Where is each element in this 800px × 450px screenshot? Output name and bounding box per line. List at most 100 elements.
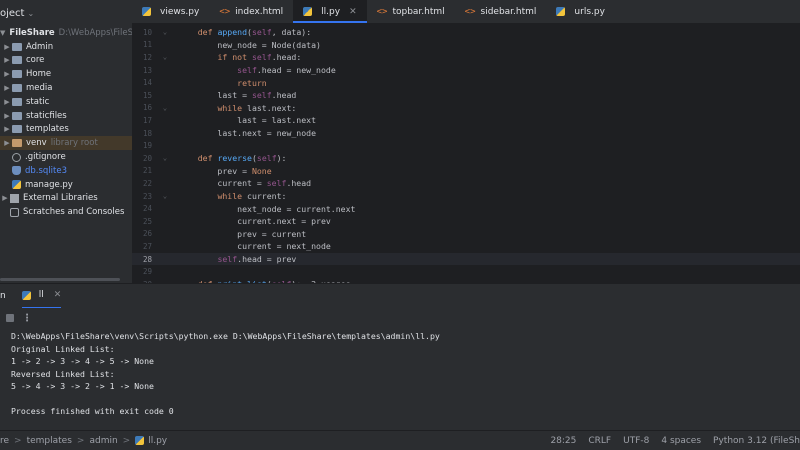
chevron-right-icon[interactable]: ▶ xyxy=(2,43,12,51)
code-line[interactable]: 29 xyxy=(132,265,800,278)
code-line[interactable]: 19 xyxy=(132,139,800,152)
code-line[interactable]: 11 new_node = Node(data) xyxy=(132,39,800,52)
python-file-icon xyxy=(142,7,151,16)
code-line[interactable]: 22 current = self.head xyxy=(132,177,800,190)
console-line: Original Linked List: xyxy=(11,343,115,354)
tree-item-label: Admin xyxy=(26,41,54,52)
tree-item-gitignore[interactable]: .gitignore xyxy=(0,150,132,164)
tree-item-scratches[interactable]: Scratches and Consoles xyxy=(0,205,132,219)
tab-sidebar-html[interactable]: <> sidebar.html xyxy=(455,0,547,23)
breadcrumb-item[interactable]: ll.py xyxy=(148,436,167,446)
fold-gutter[interactable]: ⌄ xyxy=(152,53,178,61)
code-line[interactable]: 12 ⌄ if not self.head: xyxy=(132,51,800,64)
tree-item-home[interactable]: ▶ Home xyxy=(0,67,132,81)
chevron-right-icon[interactable]: ▶ xyxy=(2,70,12,78)
chevron-down-icon[interactable]: ▼ xyxy=(0,29,5,37)
chevron-right-icon[interactable]: ▶ xyxy=(2,125,12,133)
line-number: 16 xyxy=(142,103,152,113)
line-number: 18 xyxy=(142,128,152,138)
code-line[interactable]: 27 current = next_node xyxy=(132,240,800,253)
chevron-down-icon[interactable]: ⌄ xyxy=(27,9,34,18)
tree-item-label: templates xyxy=(26,124,69,135)
tree-item-staticfiles[interactable]: ▶ staticfiles xyxy=(0,109,132,123)
horizontal-scrollbar[interactable] xyxy=(0,278,120,281)
scratches-icon xyxy=(10,207,19,217)
code-text: while current: xyxy=(217,191,287,202)
fold-gutter[interactable]: ⌄ xyxy=(152,28,178,36)
gitignore-icon xyxy=(12,152,21,162)
code-line[interactable]: 15 last = self.head xyxy=(132,89,800,102)
fold-gutter[interactable]: ⌄ xyxy=(152,104,178,112)
project-panel-header[interactable]: oject ⌄ xyxy=(0,0,132,26)
code-text: prev = None xyxy=(178,165,272,176)
tab-label: views.py xyxy=(160,6,200,17)
tree-item-venv[interactable]: ▶ venv library root xyxy=(0,136,132,151)
code-line[interactable]: 20 ⌄ def reverse(self): xyxy=(132,152,800,165)
tab-run-ll[interactable]: ll ✕ xyxy=(21,284,62,309)
python-file-icon xyxy=(12,180,21,190)
html-file-icon: <> xyxy=(219,6,231,17)
code-line[interactable]: 18 last.next = new_node xyxy=(132,127,800,140)
tree-item-hint: library root xyxy=(50,138,98,149)
tree-root-label: FileShare xyxy=(9,27,55,38)
chevron-right-icon[interactable]: ▶ xyxy=(2,56,12,64)
folder-icon xyxy=(12,56,22,65)
project-title: oject xyxy=(0,7,25,19)
caret-position[interactable]: 28:25 xyxy=(544,436,582,446)
indent-setting[interactable]: 4 spaces xyxy=(655,436,707,446)
tree-root-fileshare[interactable]: ▼ FileShare D:\WebApps\FileShare xyxy=(0,26,132,40)
code-line[interactable]: 14 return xyxy=(132,76,800,89)
tree-item-static[interactable]: ▶ static xyxy=(0,95,132,109)
code-line[interactable]: 21 prev = None xyxy=(132,165,800,178)
tab-urls-py[interactable]: urls.py xyxy=(546,0,615,23)
code-line[interactable]: 25 current.next = prev xyxy=(132,215,800,228)
tree-item-label: core xyxy=(26,55,45,66)
tree-item-db-sqlite3[interactable]: db.sqlite3 xyxy=(0,164,132,178)
fold-gutter[interactable]: ⌄ xyxy=(152,192,178,200)
tab-index-html[interactable]: <> index.html xyxy=(209,0,293,23)
chevron-right-icon[interactable]: ▶ xyxy=(0,194,10,202)
chevron-right-icon[interactable]: ▶ xyxy=(2,112,12,120)
file-encoding[interactable]: UTF-8 xyxy=(617,436,655,446)
line-ending[interactable]: CRLF xyxy=(582,436,617,446)
code-editor[interactable]: 10 ⌄ def append(self, data): 11 new_node =… xyxy=(132,24,800,283)
code-line[interactable]: 24 next_node = current.next xyxy=(132,202,800,215)
stop-icon[interactable] xyxy=(6,314,14,322)
tree-item-manage-py[interactable]: manage.py xyxy=(0,178,132,192)
code-line[interactable]: 17 last = last.next xyxy=(132,114,800,127)
code-line[interactable]: 26 prev = current xyxy=(132,228,800,241)
line-number: 21 xyxy=(142,166,152,176)
tree-item-external-libraries[interactable]: ▶ External Libraries xyxy=(0,192,132,206)
tree-item-label: Scratches and Consoles xyxy=(23,207,125,218)
code-line[interactable]: 16 ⌄ while last.next: xyxy=(132,102,800,115)
more-options-icon[interactable]: ⋮ xyxy=(22,313,32,324)
breadcrumb-item[interactable]: admin xyxy=(89,436,117,446)
line-number: 17 xyxy=(142,115,152,125)
code-line[interactable]: 10 ⌄ def append(self, data): xyxy=(132,26,800,39)
code-line[interactable]: 23 ⌄ while current: xyxy=(132,190,800,203)
fold-gutter[interactable]: ⌄ xyxy=(152,154,178,162)
line-number: 24 xyxy=(142,204,152,214)
code-text: prev = current xyxy=(178,228,307,239)
breadcrumb-item[interactable]: templates xyxy=(27,436,72,446)
tab-views-py[interactable]: views.py xyxy=(132,0,209,23)
code-line[interactable]: 13 self.head = new_node xyxy=(132,64,800,77)
close-icon[interactable]: ✕ xyxy=(349,7,357,17)
code-line[interactable]: 28 self.head = prev xyxy=(132,252,800,266)
tree-item-admin[interactable]: ▶ Admin xyxy=(0,40,132,54)
tab-ll-py[interactable]: ll.py ✕ xyxy=(293,0,368,23)
console-line: 5 -> 4 -> 3 -> 2 -> 1 -> None xyxy=(11,381,154,392)
line-number: 11 xyxy=(142,40,152,50)
close-icon[interactable]: ✕ xyxy=(54,290,62,300)
run-console[interactable]: D:\WebApps\FileShare\venv\Scripts\python… xyxy=(0,328,800,430)
tree-item-templates[interactable]: ▶ templates xyxy=(0,123,132,137)
tree-item-media[interactable]: ▶ media xyxy=(0,81,132,95)
folder-icon xyxy=(12,70,22,79)
breadcrumb-item[interactable]: re xyxy=(0,436,9,446)
tree-item-core[interactable]: ▶ core xyxy=(0,54,132,68)
chevron-right-icon[interactable]: ▶ xyxy=(2,84,12,92)
tab-topbar-html[interactable]: <> topbar.html xyxy=(367,0,455,23)
python-interpreter[interactable]: Python 3.12 (FileSh xyxy=(707,436,800,446)
chevron-right-icon[interactable]: ▶ xyxy=(2,98,12,106)
chevron-right-icon[interactable]: ▶ xyxy=(2,139,12,147)
